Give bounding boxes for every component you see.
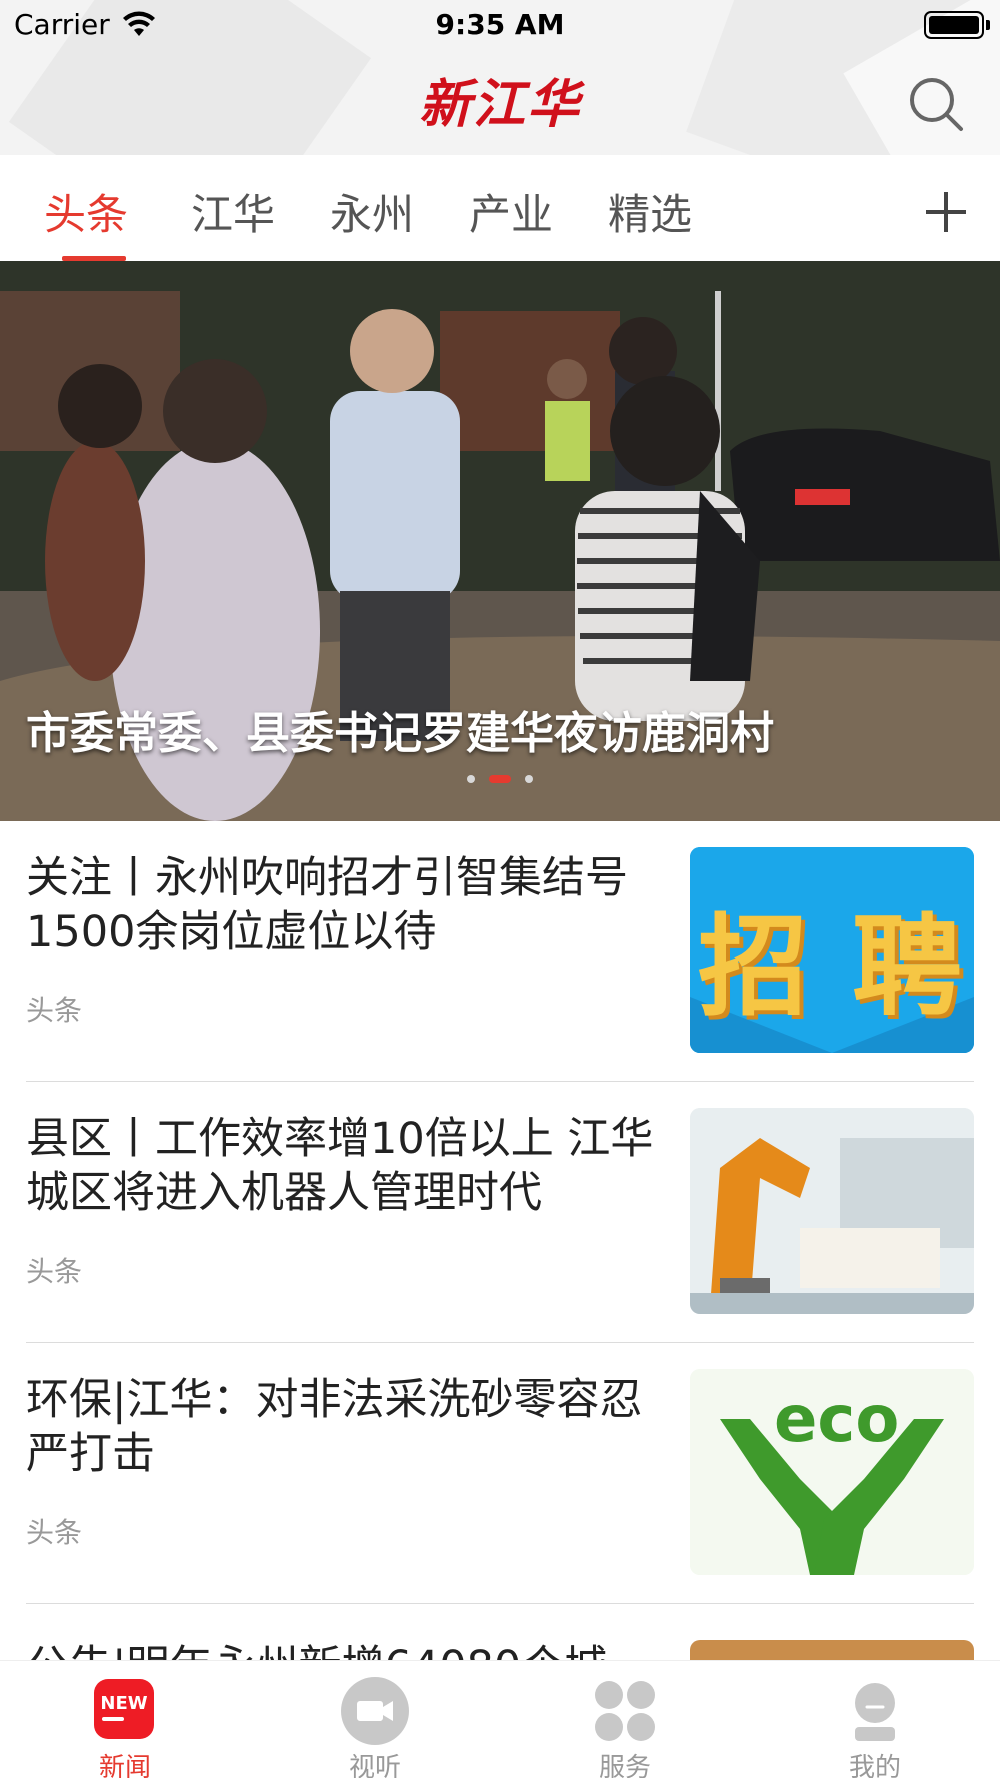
carousel-dot-active[interactable] xyxy=(489,775,511,783)
list-item[interactable]: 关注丨永州吹响招才引智集结号 1500余岗位虚位以待 头条 招 聘 xyxy=(0,821,1000,1082)
news-title[interactable]: 县区丨工作效率增10倍以上 江华城区将进入机器人管理时代 xyxy=(26,1112,656,1220)
list-item[interactable]: 环保|江华：对非法采洗砂零容忍严打击 头条 eco xyxy=(0,1343,1000,1604)
tabbar-label: 新闻 xyxy=(98,1753,151,1778)
news-title[interactable]: 环保|江华：对非法采洗砂零容忍严打击 xyxy=(26,1373,656,1481)
news-tag: 头条 xyxy=(26,1255,83,1288)
tabbar-label: 我的 xyxy=(848,1753,901,1778)
tab-featured[interactable]: 精选 xyxy=(608,181,692,242)
news-thumbnail[interactable] xyxy=(690,1640,974,1660)
search-icon[interactable] xyxy=(906,74,966,134)
news-thumbnail[interactable]: 招 聘 xyxy=(690,847,974,1053)
tabbar-item-services[interactable]: 服务 xyxy=(500,1661,750,1778)
news-tag: 头条 xyxy=(26,1516,83,1549)
channel-tabs: 头条 江华 永州 产业 精选 xyxy=(0,155,1000,261)
carousel-dot[interactable] xyxy=(467,775,475,783)
bottom-tab-bar: NEW 新闻 视听 服务 我的 xyxy=(0,1660,1000,1778)
tab-headlines[interactable]: 头条 xyxy=(44,181,128,242)
video-icon xyxy=(341,1677,409,1745)
news-badge-label: NEW xyxy=(100,1693,148,1714)
tabbar-label: 服务 xyxy=(598,1753,651,1778)
news-title[interactable]: 关注丨永州吹响招才引智集结号 1500余岗位虚位以待 xyxy=(26,851,656,959)
carousel-dot[interactable] xyxy=(525,775,533,783)
tab-jianghua[interactable]: 江华 xyxy=(191,181,275,242)
carousel-page-indicator xyxy=(0,773,1000,785)
thumb-char-1: 招 xyxy=(698,903,808,1031)
battery-tip xyxy=(986,20,990,30)
news-app-screen: Carrier 9:35 AM 新江华 头条 江华 永州 产业 精选 市委常委、… xyxy=(0,0,1000,1778)
list-item[interactable]: 公告|明年永州新增64080个城 xyxy=(0,1604,1000,1660)
status-time: 9:35 AM xyxy=(435,8,565,41)
tabbar-label: 视听 xyxy=(348,1753,401,1778)
news-icon: NEW xyxy=(94,1679,154,1739)
tab-yongzhou[interactable]: 永州 xyxy=(330,181,414,242)
news-title[interactable]: 公告|明年永州新增64080个城 xyxy=(26,1640,656,1660)
robot-arm-image xyxy=(690,1108,974,1314)
plus-icon[interactable] xyxy=(922,188,970,236)
app-header: Carrier 9:35 AM 新江华 xyxy=(0,0,1000,155)
news-thumbnail[interactable]: eco xyxy=(690,1369,974,1575)
services-icon xyxy=(595,1681,655,1741)
tabbar-item-profile[interactable]: 我的 xyxy=(750,1661,1000,1778)
thumb-char-2: 聘 xyxy=(852,903,962,1031)
tabbar-item-news[interactable]: NEW 新闻 xyxy=(0,1661,250,1778)
tab-industry[interactable]: 产业 xyxy=(469,181,553,242)
thumb-text: eco xyxy=(774,1383,900,1457)
status-bar: Carrier 9:35 AM xyxy=(0,0,1000,50)
battery-icon xyxy=(924,11,984,39)
news-thumbnail[interactable] xyxy=(690,1108,974,1314)
tabbar-item-video[interactable]: 视听 xyxy=(250,1661,500,1778)
news-tag: 头条 xyxy=(26,994,83,1027)
profile-icon xyxy=(855,1683,895,1741)
app-logo: 新江华 xyxy=(418,74,581,135)
banner-caption[interactable]: 市委常委、县委书记罗建华夜访鹿洞村 xyxy=(26,697,774,761)
list-item[interactable]: 县区丨工作效率增10倍以上 江华城区将进入机器人管理时代 头条 xyxy=(0,1082,1000,1343)
headline-carousel[interactable]: 市委常委、县委书记罗建华夜访鹿洞村 xyxy=(0,261,1000,821)
